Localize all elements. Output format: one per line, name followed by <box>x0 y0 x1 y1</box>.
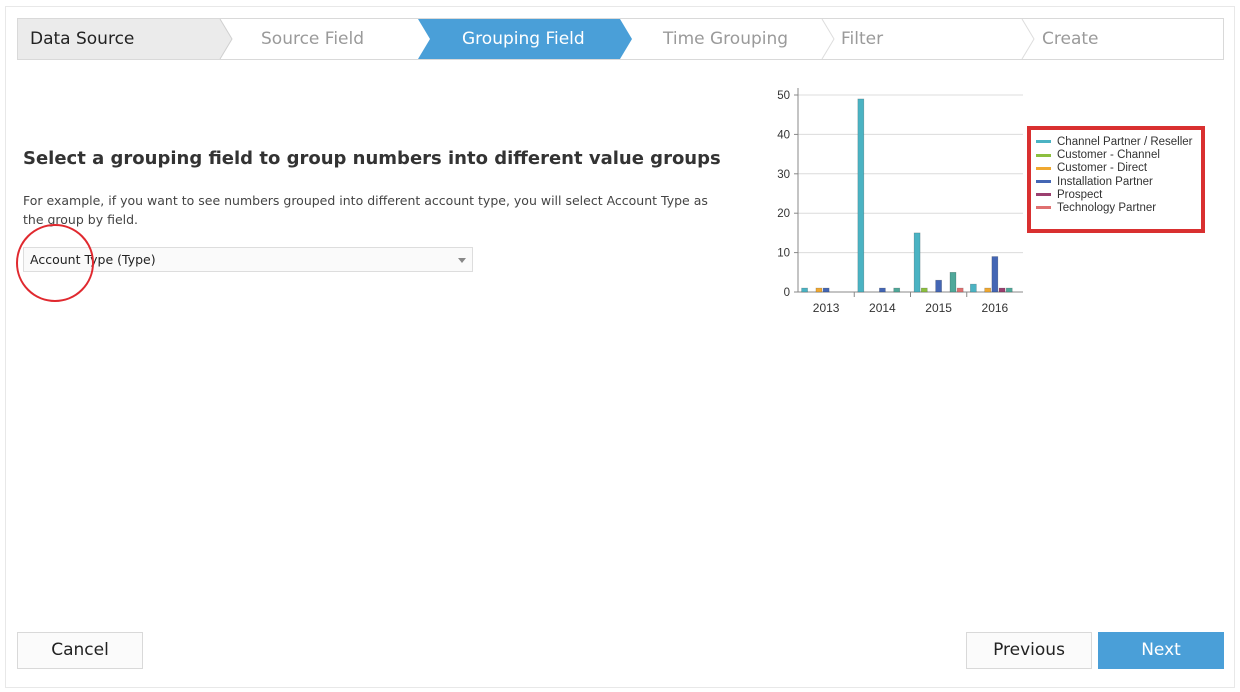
bar <box>935 279 942 293</box>
bar <box>857 98 865 293</box>
bar <box>920 287 928 293</box>
step-divider-5 <box>1021 19 1035 59</box>
bar <box>970 283 977 293</box>
legend-item: Prospect <box>1036 189 1102 201</box>
previous-button[interactable]: Previous <box>966 632 1092 669</box>
bar <box>822 287 830 293</box>
highlight-circle <box>16 224 94 302</box>
step-grouping-field[interactable]: Grouping Field <box>462 19 585 59</box>
y-tick-label: 50 <box>777 90 790 102</box>
x-tick-label: 2014 <box>869 301 896 315</box>
chevron-down-icon <box>458 258 466 263</box>
legend-item: Customer - Direct <box>1036 162 1147 174</box>
cancel-button[interactable]: Cancel <box>17 632 143 669</box>
y-tick-label: 20 <box>777 208 790 220</box>
y-tick-label: 40 <box>777 129 790 141</box>
step-create[interactable]: Create <box>1042 19 1099 59</box>
bar <box>956 287 964 293</box>
legend-swatch <box>1036 180 1051 184</box>
bar <box>998 287 1006 293</box>
step-divider-4 <box>821 19 835 59</box>
bar <box>893 287 901 293</box>
x-tick-label: 2015 <box>925 301 952 315</box>
legend-label: Installation Partner <box>1057 175 1153 188</box>
page-heading: Select a grouping field to group numbers… <box>23 148 721 169</box>
legend-item: Customer - Channel <box>1036 149 1160 161</box>
legend-label: Prospect <box>1057 188 1103 201</box>
bar <box>949 272 957 293</box>
legend-swatch <box>1036 166 1051 170</box>
bar <box>801 287 808 293</box>
y-tick-label: 30 <box>777 169 790 181</box>
legend-item: Channel Partner / Reseller <box>1036 136 1193 148</box>
step-data-source[interactable]: Data Source <box>30 19 134 59</box>
bar <box>815 287 823 293</box>
bar <box>991 256 999 293</box>
legend-swatch <box>1036 193 1051 197</box>
y-tick-label: 0 <box>784 287 790 299</box>
description-text: For example, if you want to see numbers … <box>23 193 708 227</box>
bar <box>913 232 921 293</box>
legend-swatch <box>1036 153 1051 157</box>
step-time-grouping[interactable]: Time Grouping <box>663 19 788 59</box>
legend-swatch <box>1036 140 1051 144</box>
next-button[interactable]: Next <box>1098 632 1224 669</box>
x-tick-label: 2016 <box>982 301 1009 315</box>
legend-swatch <box>1036 206 1051 210</box>
legend-label: Technology Partner <box>1057 202 1157 214</box>
wizard-steps: Data Source Source Field Grouping Field … <box>17 18 1224 60</box>
step-filter[interactable]: Filter <box>841 19 883 59</box>
chart-legend: Channel Partner / Reseller Customer - Cha… <box>1027 126 1205 233</box>
bar <box>984 287 991 293</box>
legend-item: Technology Partner <box>1036 202 1156 214</box>
legend-label: Customer - Channel <box>1057 149 1160 162</box>
legend-item: Installation Partner <box>1036 176 1153 188</box>
legend-label: Channel Partner / Reseller <box>1057 136 1193 148</box>
y-tick-label: 10 <box>777 248 790 260</box>
legend-label: Customer - Direct <box>1057 162 1148 175</box>
bar <box>879 287 886 293</box>
bar <box>1005 287 1013 293</box>
step-source-field[interactable]: Source Field <box>261 19 364 59</box>
x-tick-label: 2013 <box>813 301 840 315</box>
